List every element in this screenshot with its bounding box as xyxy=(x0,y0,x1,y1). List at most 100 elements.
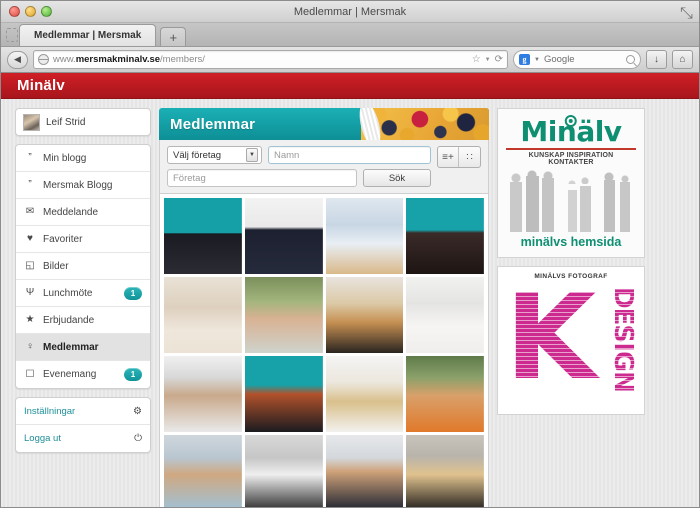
sidebar-item-erbjudande[interactable]: ★ Erbjudande xyxy=(16,307,150,334)
banner-curve-decoration xyxy=(355,108,385,140)
food-banner-image xyxy=(355,108,489,140)
view-toggle-group: ≡+ ∷ xyxy=(437,146,481,168)
grid-view-button[interactable]: ∷ xyxy=(459,147,480,167)
sidebar-item-lunchmöte[interactable]: Ψ Lunchmöte 1 xyxy=(16,280,150,307)
chevron-down-icon[interactable]: ▼ xyxy=(485,57,491,63)
member-photo-10[interactable] xyxy=(244,356,323,432)
sidebar-link-inställningar[interactable]: Inställningar ⚙ xyxy=(16,398,150,425)
member-photo-13[interactable] xyxy=(164,435,242,507)
member-photo-6[interactable] xyxy=(244,277,323,353)
page-title: Medlemmar xyxy=(170,115,256,133)
filter-toolbar: Välj företag ▼ Namn Företag Sök ≡+ ∷ xyxy=(159,140,489,194)
sidebar-item-evenemang[interactable]: ☐ Evenemang 1 xyxy=(16,361,150,388)
member-photo-9[interactable] xyxy=(164,356,242,432)
sidebar-item-label: Meddelande xyxy=(43,206,99,218)
sidebar-link-logga-ut[interactable]: Logga ut ⏻ xyxy=(16,425,150,452)
globe-icon xyxy=(38,54,49,65)
member-photo-14[interactable] xyxy=(244,435,323,507)
sidebar-links: Inställningar ⚙ Logga ut ⏻ xyxy=(15,397,151,453)
user-panel[interactable]: Leif Strid xyxy=(15,108,151,136)
new-tab-button[interactable]: + xyxy=(160,27,187,46)
browser-search-box[interactable]: g ▼ Google xyxy=(513,50,641,69)
member-photo-7[interactable] xyxy=(325,277,404,353)
site-logo-text: Minälv xyxy=(17,77,65,94)
address-bar-actions[interactable]: ☆ ▼ ⟳ xyxy=(472,54,503,65)
xl-design-word: DESIGN xyxy=(608,287,638,392)
window-title: Medlemmar | Mersmak xyxy=(293,6,407,18)
sidebar-item-label: Favoriter xyxy=(43,233,83,245)
sidebar: Leif Strid ” Min blogg ” Mersmak Blogg ✉ Medd… xyxy=(15,108,151,461)
browser-window: Medlemmar | Mersmak ⤡ Medlemmar | Mersma… xyxy=(0,0,700,508)
address-bar[interactable]: www.mersmakminalv.se/members/ ☆ ▼ ⟳ xyxy=(33,50,508,69)
sidebar-item-bilder[interactable]: ◱ Bilder xyxy=(16,253,150,280)
member-photo-15[interactable] xyxy=(325,435,404,507)
member-photo-11[interactable] xyxy=(325,356,404,432)
company-select[interactable]: Välj företag ▼ xyxy=(167,146,262,164)
page-viewport: Minälv Leif Strid ” Min blogg ” Mersmak Blo… xyxy=(1,73,699,507)
minalv-ad-footer: minälvs hemsida xyxy=(520,235,622,249)
member-photo-16[interactable] xyxy=(406,435,484,507)
member-photo-3[interactable] xyxy=(325,198,404,274)
downloads-button[interactable]: ↓ xyxy=(646,50,667,69)
home-button[interactable]: ⌂ xyxy=(672,50,693,69)
main-content: Medlemmar Välj företag ▼ Namn Företag Sö… xyxy=(159,108,489,507)
site-logo[interactable]: Minälv xyxy=(17,77,65,94)
user-row[interactable]: Leif Strid xyxy=(16,109,150,135)
minalv-ad-logo: Minälv xyxy=(506,115,636,146)
xl-design-ad[interactable]: MINÄLVS FOTOGRAF K DESIGN xyxy=(497,266,645,415)
notification-badge: 1 xyxy=(124,368,142,381)
minalv-ad[interactable]: Minälv KUNSKAP INSPIRATION KONTAKTER min… xyxy=(497,108,645,258)
sidebar-item-medlemmar[interactable]: ♀ Medlemmar xyxy=(16,334,150,361)
name-input[interactable]: Namn xyxy=(268,146,431,164)
member-photo-1[interactable] xyxy=(164,198,242,274)
message-icon: ✉ xyxy=(25,206,35,217)
chevron-down-icon[interactable]: ▼ xyxy=(534,57,540,63)
search-icon[interactable] xyxy=(626,55,635,64)
member-photo-2[interactable] xyxy=(244,198,323,274)
search-button[interactable]: Sök xyxy=(363,169,431,187)
target-icon xyxy=(564,115,577,127)
chevron-down-icon[interactable]: ▼ xyxy=(246,148,258,162)
xl-design-ad-tag: MINÄLVS FOTOGRAF xyxy=(534,273,608,280)
minalv-ad-tagline: KUNSKAP INSPIRATION KONTAKTER xyxy=(528,152,614,166)
sidebar-nav: ” Min blogg ” Mersmak Blogg ✉ Meddelande ♥ Favo… xyxy=(15,144,151,389)
member-photo-12[interactable] xyxy=(406,356,484,432)
sidebar-item-meddelande[interactable]: ✉ Meddelande xyxy=(16,199,150,226)
filter-row-2: Företag Sök xyxy=(167,169,431,187)
sidebar-item-label: Erbjudande xyxy=(43,314,95,326)
star-icon: ★ xyxy=(25,314,35,325)
bookmark-star-icon[interactable]: ☆ xyxy=(472,54,481,65)
xl-design-ad-art: K DESIGN xyxy=(503,283,639,409)
camera-icon: ◱ xyxy=(25,260,35,271)
sidebar-item-min-blogg[interactable]: ” Min blogg xyxy=(16,145,150,172)
sidebar-item-label: Bilder xyxy=(43,260,69,272)
tab-strip: Medlemmar | Mersmak + xyxy=(1,23,699,47)
window-controls[interactable] xyxy=(9,6,52,17)
fullscreen-icon[interactable]: ⤡ xyxy=(680,5,693,22)
tab-drag-handle[interactable] xyxy=(6,28,18,42)
cutlery-icon: Ψ xyxy=(25,287,35,298)
tab-medlemmar[interactable]: Medlemmar | Mersmak xyxy=(19,24,157,46)
back-button[interactable]: ◀ xyxy=(7,50,28,69)
maximize-window-button[interactable] xyxy=(41,6,52,17)
filter-row-1: Välj företag ▼ Namn xyxy=(167,146,431,164)
sidebar-link-label: Logga ut xyxy=(24,433,61,444)
member-photo-5[interactable] xyxy=(164,277,242,353)
close-window-button[interactable] xyxy=(9,6,20,17)
xl-design-mark: K xyxy=(505,283,597,406)
sidebar-item-mersmak-blogg[interactable]: ” Mersmak Blogg xyxy=(16,172,150,199)
company-select-value: Välj företag xyxy=(173,149,222,161)
reload-icon[interactable]: ⟳ xyxy=(495,54,503,65)
sidebar-item-label: Medlemmar xyxy=(43,341,99,353)
user-name: Leif Strid xyxy=(46,116,86,128)
page-layout: Leif Strid ” Min blogg ” Mersmak Blogg ✉ Medd… xyxy=(1,99,699,507)
sidebar-item-label: Min blogg xyxy=(43,152,87,164)
member-photo-4[interactable] xyxy=(406,198,484,274)
company-input[interactable]: Företag xyxy=(167,169,357,187)
member-photo-grid xyxy=(159,194,489,507)
list-view-button[interactable]: ≡+ xyxy=(438,147,459,167)
sidebar-item-favoriter[interactable]: ♥ Favoriter xyxy=(16,226,150,253)
title-bar: Medlemmar | Mersmak ⤡ xyxy=(1,1,699,23)
member-photo-8[interactable] xyxy=(406,277,484,353)
minimize-window-button[interactable] xyxy=(25,6,36,17)
